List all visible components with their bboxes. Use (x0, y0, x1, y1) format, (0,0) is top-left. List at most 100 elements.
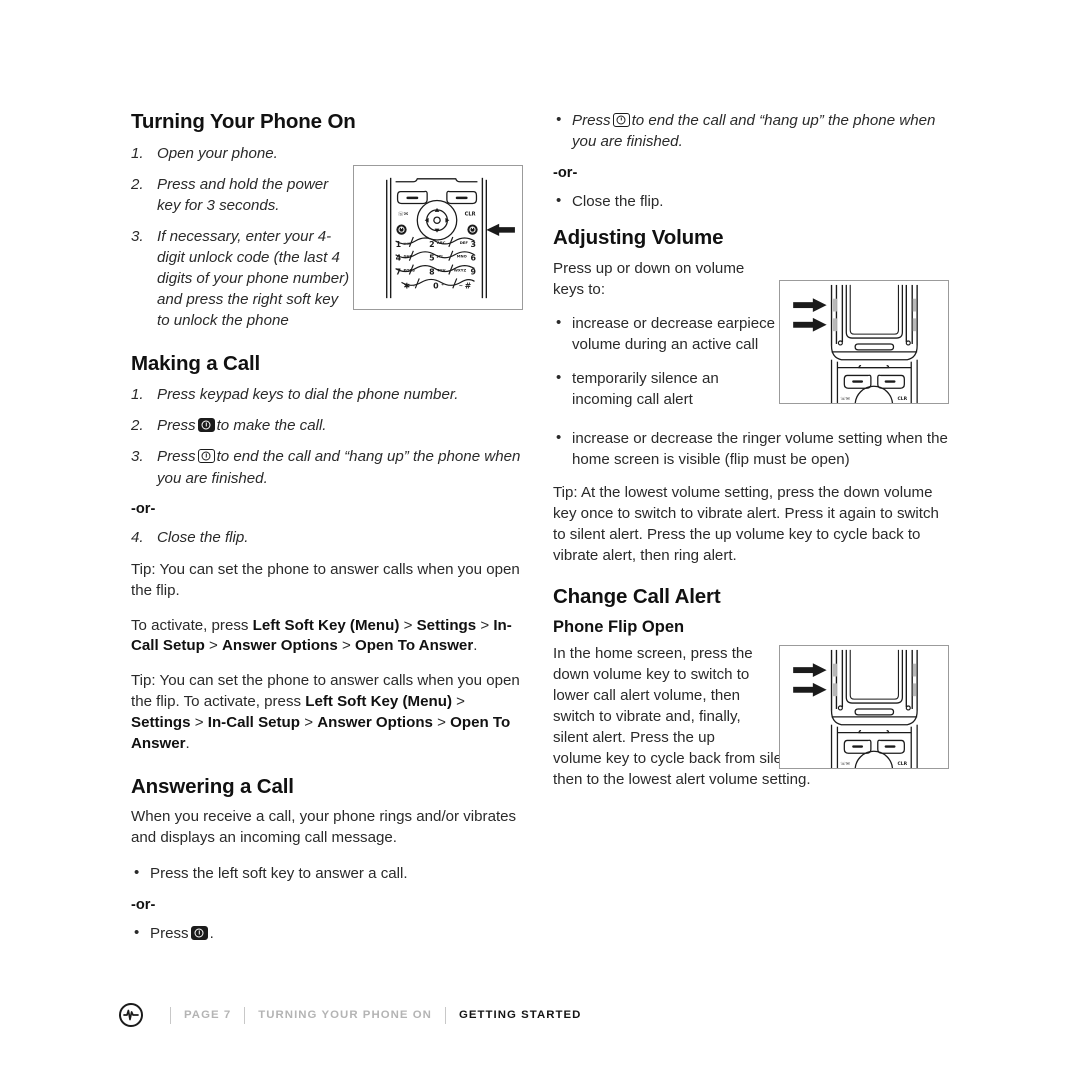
menu-path-sep: > (204, 637, 223, 655)
step-number: 4. (131, 528, 144, 546)
answering-bullets: Press the left soft key to answer a call… (131, 862, 526, 884)
svg-text:4: 4 (396, 254, 402, 263)
step-number: 1. (131, 144, 144, 162)
step-number: 2. (131, 417, 144, 435)
menu-path-item: Left Soft Key (Menu) (305, 693, 452, 711)
step-text: Press and hold the power key for 3 secon… (157, 175, 329, 214)
step-text-pre: Press (157, 448, 196, 466)
bullet-text-pre: Press (150, 925, 189, 943)
footer-section-label: TURNING YOUR PHONE ON (258, 1009, 432, 1021)
heading-answering-a-call: Answering a Call (131, 774, 294, 798)
menu-path-sep: > (190, 714, 208, 732)
svg-text:~: ~ (459, 283, 463, 289)
end-key-icon (612, 113, 630, 127)
svg-text:8: 8 (429, 267, 434, 276)
step-text-pre: Press (157, 417, 196, 435)
svg-text:7: 7 (396, 267, 401, 276)
footer-page-label: PAGE 7 (184, 1009, 232, 1021)
tip-paragraph-1: Tip: You can set the phone to answer cal… (131, 560, 520, 599)
menu-path-sep: > (432, 714, 451, 732)
heading-adjusting-volume: Adjusting Volume (553, 226, 724, 250)
step-number: 3. (131, 448, 144, 466)
svg-text:GHI: GHI (403, 255, 411, 259)
volume-tip: Tip: At the lowest volume setting, press… (553, 484, 939, 565)
or-label: -or- (131, 500, 156, 517)
menu-path-item: Open To Answer (354, 637, 474, 655)
svg-text:CLR: CLR (897, 396, 907, 402)
list-item: 1. Open your phone. (131, 143, 526, 164)
list-item: increase or decrease the ringer volume s… (553, 427, 951, 470)
svg-text:#: # (465, 281, 472, 290)
svg-text:TUV: TUV (437, 269, 446, 273)
svg-text:+: + (441, 281, 445, 287)
volume-lead: Press up or down on volume keys to: (553, 259, 745, 298)
heading-making-a-call: Making a Call (131, 351, 261, 375)
svg-text:1: 1 (396, 240, 401, 249)
menu-path-item: Answer Options (222, 637, 338, 655)
menu-path-item: Left Soft Key (Menu) (252, 616, 400, 634)
list-item: Press. (131, 922, 526, 944)
menu-path-sep: > (399, 616, 417, 634)
svg-text:CLR: CLR (897, 761, 907, 767)
making-a-call-steps-list-cont: 4. Close the flip. (131, 527, 526, 548)
continued-bullets-2: Close the flip. (553, 190, 951, 212)
phone-volume-keys-diagram: ☏✉ CLR (779, 280, 949, 404)
step-number: 2. (131, 175, 144, 193)
menu-path-end: . (185, 734, 190, 752)
svg-text:6: 6 (471, 254, 477, 263)
page-footer: PAGE 7 TURNING YOUR PHONE ON GETTING STA… (118, 1002, 581, 1028)
svg-text:☏✉: ☏✉ (398, 211, 409, 217)
menu-path-sep: > (476, 616, 494, 634)
heading-change-call-alert: Change Call Alert (553, 585, 721, 609)
menu-path-item: Answer Options (317, 714, 433, 732)
activate-lead: To activate, press (131, 616, 253, 634)
footer-divider (244, 1006, 246, 1024)
heading-turning-your-phone-on: Turning Your Phone On (131, 110, 356, 133)
svg-text:☏✉: ☏✉ (840, 761, 850, 767)
list-item: 1. Press keypad keys to dial the phone n… (131, 384, 526, 405)
svg-text:WXYZ: WXYZ (454, 269, 467, 273)
svg-text:◦: ◦ (412, 284, 415, 289)
step-number: 1. (131, 386, 144, 404)
or-label: -or- (553, 165, 578, 182)
alert-body-narrow: In the home screen, press the down volum… (553, 645, 753, 746)
list-item: 2. Press to make the call. (131, 415, 526, 436)
svg-text:☏✉: ☏✉ (840, 396, 850, 402)
menu-path-end: . (473, 637, 478, 655)
step-text: Close the flip. (157, 528, 249, 546)
step-number: 3. (131, 227, 144, 245)
bullet-text-pre: Press (572, 112, 611, 129)
step-text: If necessary, enter your 4-digit unlock … (157, 227, 350, 330)
menu-path-item: In-Call Setup (207, 714, 300, 732)
step-text: Open your phone. (157, 144, 278, 162)
svg-text:0: 0 (433, 281, 439, 290)
svg-text:✱: ✱ (403, 281, 410, 290)
list-item: temporarily silence an incoming call ale… (553, 367, 777, 410)
tip-paragraph-2: Tip: You can set the phone to answer cal… (131, 671, 526, 755)
list-item: 3. Press to end the call and “hang up” th… (131, 446, 526, 488)
answering-bullets-cont: Press. (131, 922, 526, 944)
subheading-phone-flip-open: Phone Flip Open (553, 617, 685, 636)
bullet-text-post: . (209, 925, 214, 943)
activate-path-paragraph-1: To activate, press Left Soft Key (Menu) … (131, 616, 526, 658)
power-key-arrow (486, 223, 515, 237)
svg-text:9: 9 (471, 267, 476, 276)
svg-text:3: 3 (471, 240, 476, 249)
svg-text:DEF: DEF (460, 241, 469, 245)
continued-bullets: Pressto end the call and “hang up” the p… (553, 109, 951, 152)
step-text: Press keypad keys to dial the phone numb… (157, 386, 459, 404)
svg-text:2: 2 (429, 240, 434, 249)
or-label: -or- (131, 897, 156, 914)
list-item: Close the flip. (553, 190, 951, 212)
list-item: Press the left soft key to answer a call… (131, 862, 526, 884)
menu-path-sep: > (337, 637, 355, 655)
list-item: increase or decrease earpiece volume dur… (553, 312, 777, 355)
footer-divider (444, 1006, 446, 1024)
footer-chapter-label: GETTING STARTED (458, 1009, 582, 1021)
footer-divider (170, 1006, 171, 1024)
phone-call-alert-diagram: ☏✉ CLR (779, 645, 949, 769)
svg-text:MNO: MNO (457, 255, 467, 259)
step-text-post: to make the call. (216, 417, 327, 435)
svg-text:ABC: ABC (437, 241, 446, 245)
making-a-call-steps-list: 1. Press keypad keys to dial the phone n… (131, 384, 526, 489)
